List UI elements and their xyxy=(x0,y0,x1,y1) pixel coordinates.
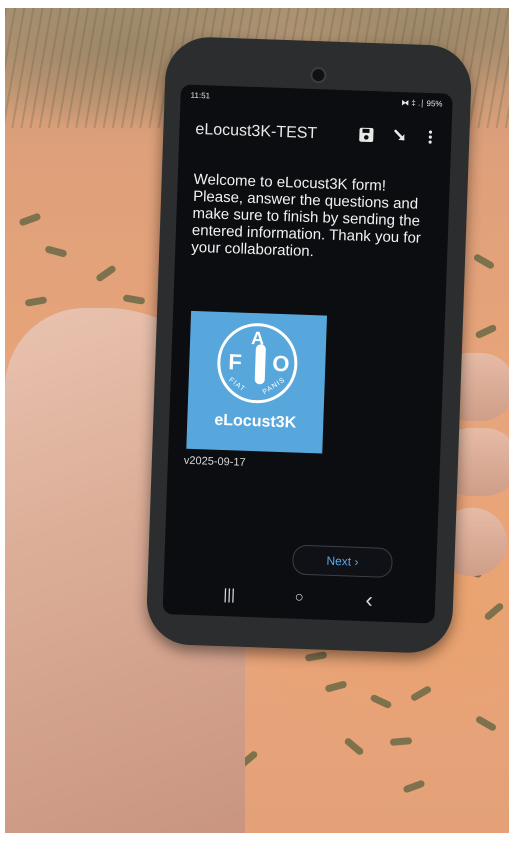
locust xyxy=(474,323,498,340)
arrow-icon-glyph xyxy=(394,129,405,141)
background-photo: 11:51 ⧓ ‡ .∣ 95% eLocust3K-TEST Welcome … xyxy=(5,8,509,833)
fao-logo: F A O FIAT PANIS eLocust3K xyxy=(186,310,328,454)
logo-motto-right: PANIS xyxy=(261,376,287,397)
logo-letter-f: F xyxy=(227,349,243,375)
wheat-icon xyxy=(254,344,266,385)
locust xyxy=(44,245,68,258)
locust xyxy=(304,651,328,662)
locust xyxy=(389,737,413,746)
locust xyxy=(474,714,498,733)
locust xyxy=(24,296,48,307)
locust xyxy=(472,252,496,271)
status-time: 11:51 xyxy=(190,90,211,101)
locust xyxy=(18,212,42,227)
more-vert-icon[interactable] xyxy=(419,129,442,152)
locust xyxy=(369,693,393,710)
android-nav-bar: ||| ○ ‹ xyxy=(163,578,436,617)
locust xyxy=(122,294,146,305)
locust xyxy=(324,680,348,693)
phone-screen: 11:51 ⧓ ‡ .∣ 95% eLocust3K-TEST Welcome … xyxy=(162,84,453,624)
goto-arrow-icon[interactable] xyxy=(389,128,412,151)
back-button[interactable]: ‹ xyxy=(349,587,390,614)
status-indicators: ⧓ ‡ .∣ 95% xyxy=(401,98,443,109)
recents-button[interactable]: ||| xyxy=(209,582,250,609)
locust xyxy=(94,264,118,283)
welcome-message: Welcome to eLocust3K form! Please, answe… xyxy=(191,170,422,261)
camera-lens xyxy=(310,66,327,84)
status-bar: 11:51 ⧓ ‡ .∣ 95% xyxy=(190,91,442,114)
save-icon[interactable] xyxy=(355,126,378,149)
logo-app-name: eLocust3K xyxy=(214,411,297,432)
locust xyxy=(343,736,365,757)
app-title: eLocust3K-TEST xyxy=(195,120,318,143)
phone: 11:51 ⧓ ‡ .∣ 95% eLocust3K-TEST Welcome … xyxy=(145,35,473,655)
fao-emblem: F A O FIAT PANIS xyxy=(215,321,299,405)
locust xyxy=(483,601,505,622)
save-icon-glyph xyxy=(359,127,374,143)
more-vert-icon-glyph xyxy=(428,130,433,144)
home-button[interactable]: ○ xyxy=(279,584,320,611)
locust xyxy=(402,779,426,794)
version-label: v2025-09-17 xyxy=(183,454,246,469)
next-button[interactable]: Next › xyxy=(291,544,393,579)
app-bar: eLocust3K-TEST xyxy=(179,110,452,159)
logo-motto-left: FIAT xyxy=(227,376,247,394)
locust xyxy=(409,684,433,703)
logo-letter-o: O xyxy=(271,350,290,377)
